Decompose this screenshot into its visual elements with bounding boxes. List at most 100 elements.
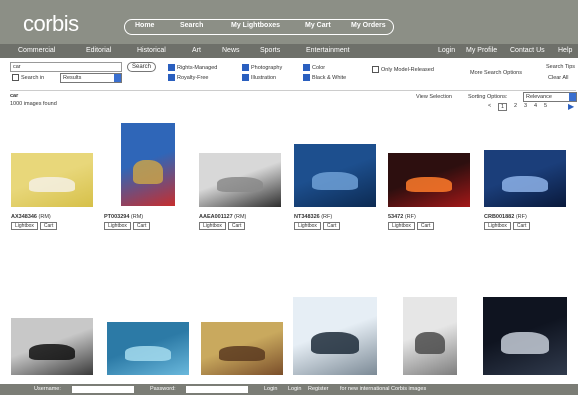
password-input[interactable] [186,386,248,393]
add-to-lightbox-button[interactable]: Lightbox [484,222,511,230]
pager-page-2[interactable]: 2 [514,103,517,109]
result-thumbnail[interactable] [403,297,457,375]
add-to-cart-button[interactable]: Cart [132,222,151,230]
nav-lightboxes[interactable]: My Lightboxes [231,22,280,29]
sort-select[interactable]: Relevance [523,92,577,102]
link-help[interactable]: Help [558,47,572,54]
add-to-lightbox-button[interactable]: Lightbox [11,222,38,230]
result-thumbnail[interactable] [483,297,567,375]
photo-subject [406,177,452,193]
royalty-free-checkbox[interactable]: Royalty-Free [168,74,208,81]
search-query: car [13,64,21,70]
add-to-lightbox-button[interactable]: Lightbox [388,222,415,230]
divider [10,90,576,91]
image-actions: Lightbox Cart [199,222,247,230]
add-to-cart-button[interactable]: Cart [416,222,435,230]
link-my-profile[interactable]: My Profile [466,47,497,54]
image-caption[interactable]: AAEA001127 (RM) [199,214,246,220]
add-to-cart-button[interactable]: Cart [512,222,531,230]
site-header: corbis Home Search My Lightboxes My Cart… [0,0,578,44]
nav-orders[interactable]: My Orders [351,22,386,29]
image-actions: Lightbox Cart [11,222,59,230]
result-thumbnail[interactable] [121,123,175,206]
image-caption[interactable]: NT348326 (RF) [294,214,332,220]
add-to-lightbox-button[interactable]: Lightbox [104,222,131,230]
result-thumbnail[interactable] [11,153,93,207]
nav-search[interactable]: Search [180,22,203,29]
image-actions: Lightbox Cart [388,222,436,230]
search-tips-link[interactable]: Search Tips [546,64,575,70]
photography-checkbox[interactable]: Photography [242,64,282,71]
illustration-checkbox[interactable]: Illustration [242,74,276,81]
pager-page-3[interactable]: 3 [524,103,527,109]
login-button[interactable]: Login [264,386,277,392]
register-note: for new international Corbis images [340,386,427,392]
cat-historical[interactable]: Historical [137,47,166,54]
photo-subject [29,343,75,360]
cat-commercial[interactable]: Commercial [18,47,55,54]
link-contact[interactable]: Contact Us [510,47,545,54]
result-thumbnail[interactable] [107,322,189,375]
pager-page-4[interactable]: 4 [534,103,537,109]
cat-editorial[interactable]: Editorial [86,47,111,54]
photo-subject [132,160,164,184]
pager: < 1 2 3 4 5 ▶ [488,102,578,113]
image-caption[interactable]: PT003294 (RM) [104,214,143,220]
result-thumbnail[interactable] [199,153,281,207]
result-thumbnail[interactable] [293,297,377,375]
image-actions: Lightbox Cart [484,222,532,230]
cat-entertainment[interactable]: Entertainment [306,47,350,54]
search-in-checkbox[interactable]: Search in [12,74,44,81]
model-released-checkbox[interactable]: Only Model-Released [372,66,434,73]
top-nav: Home Search My Lightboxes My Cart My Ord… [124,19,394,35]
chevron-down-icon [569,93,576,101]
category-nav: Commercial Editorial Historical Art News… [0,44,578,58]
register-link[interactable]: Register [308,386,328,392]
view-selection-link[interactable]: View Selection [416,94,452,100]
login-link[interactable]: Login [288,386,301,392]
image-caption[interactable]: 53472 (RF) [388,214,416,220]
rights-managed-checkbox[interactable]: Rights-Managed [168,64,217,71]
result-thumbnail[interactable] [201,322,283,375]
image-actions: Lightbox Cart [294,222,342,230]
add-to-lightbox-button[interactable]: Lightbox [199,222,226,230]
pager-page-1[interactable]: 1 [498,103,508,111]
pager-next-icon[interactable]: ▶ [568,102,574,111]
color-checkbox[interactable]: Color [303,64,325,71]
more-options-link[interactable]: More Search Options [470,70,522,76]
photo-subject [502,175,548,192]
nav-home[interactable]: Home [135,22,154,29]
nav-cart[interactable]: My Cart [305,22,331,29]
image-actions: Lightbox Cart [104,222,152,230]
result-thumbnail[interactable] [294,144,376,207]
search-in-select[interactable]: Results [60,73,122,83]
cat-news[interactable]: News [222,47,240,54]
result-thumbnail[interactable] [11,318,93,375]
link-login[interactable]: Login [438,47,455,54]
photo-subject [501,332,549,354]
result-thumbnail[interactable] [388,153,470,207]
sort-label: Sorting Options: [468,94,508,100]
search-button[interactable]: Search [127,62,157,72]
add-to-lightbox-button[interactable]: Lightbox [294,222,321,230]
cat-art[interactable]: Art [192,47,201,54]
result-thumbnail[interactable] [484,150,566,207]
add-to-cart-button[interactable]: Cart [227,222,246,230]
photo-subject [311,332,359,354]
add-to-cart-button[interactable]: Cart [39,222,58,230]
search-input[interactable]: car [10,62,122,72]
results-count: 1000 images found [10,101,57,107]
pager-prev[interactable]: < [488,103,491,109]
add-to-cart-button[interactable]: Cart [322,222,341,230]
username-input[interactable] [72,386,134,393]
pager-page-5[interactable]: 5 [544,103,547,109]
image-caption[interactable]: AX348346 (RM) [11,214,51,220]
corbis-logo[interactable]: corbis [23,11,79,37]
username-label: Username: [34,386,61,392]
photo-subject [29,177,75,193]
clear-all-link[interactable]: Clear All [548,75,568,81]
photo-subject [219,345,265,361]
black-white-checkbox[interactable]: Black & White [303,74,346,81]
cat-sports[interactable]: Sports [260,47,280,54]
image-caption[interactable]: CRB001882 (RF) [484,214,527,220]
